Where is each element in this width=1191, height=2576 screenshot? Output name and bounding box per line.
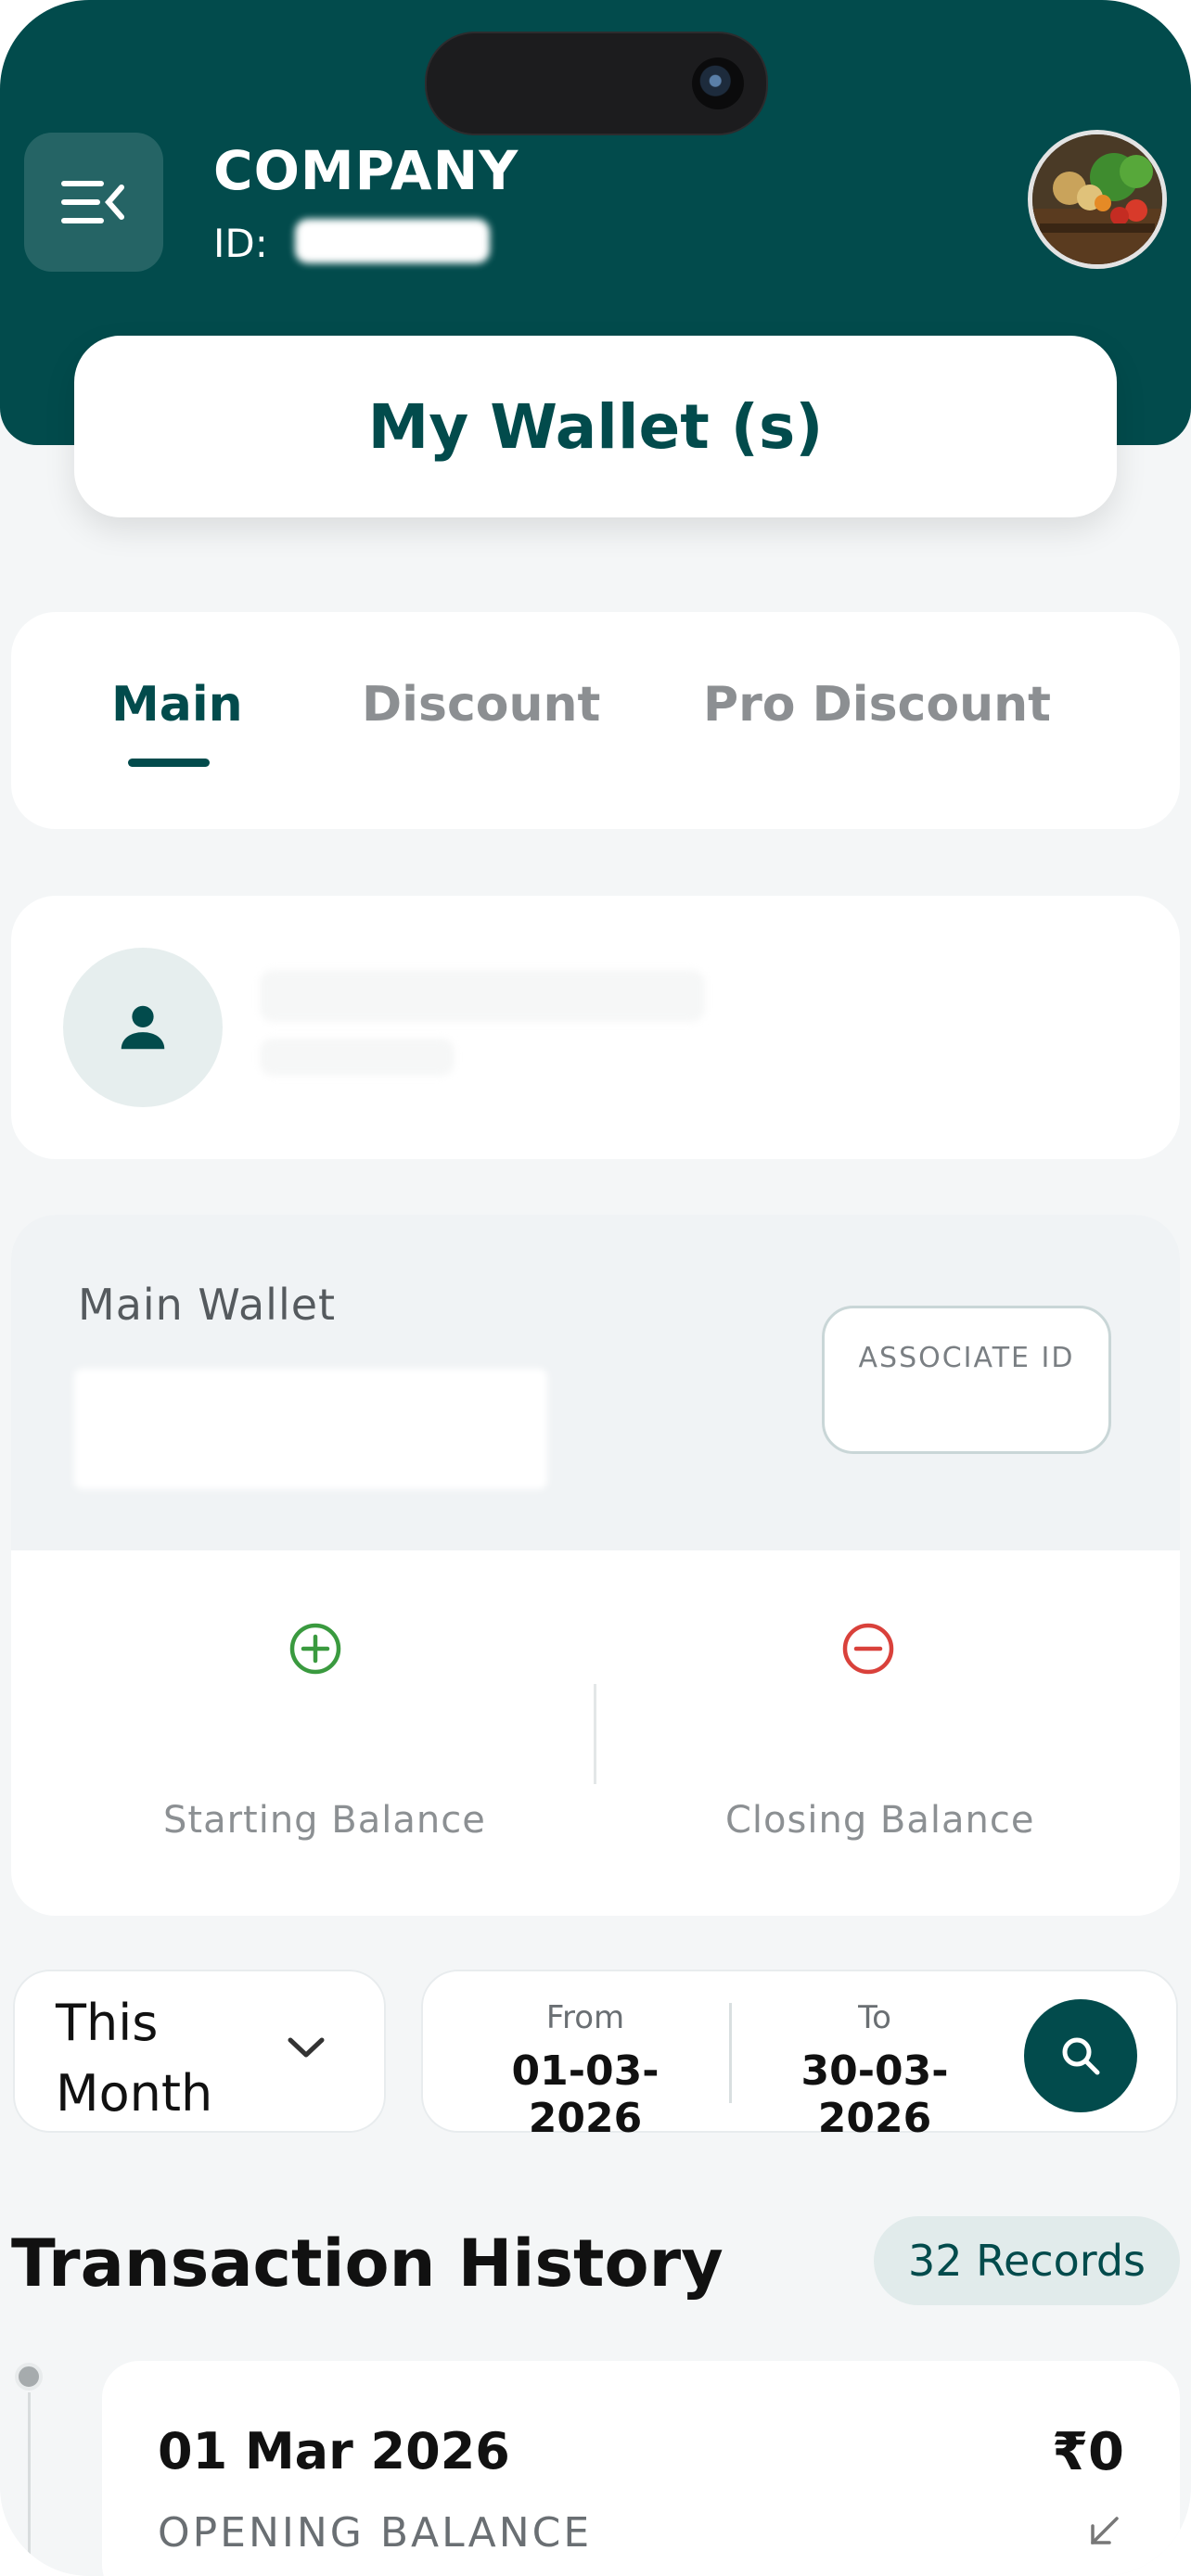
associate-id-box: ASSOCIATE ID — [822, 1306, 1111, 1454]
plus-circle-icon — [289, 1623, 341, 1675]
to-date-field[interactable]: To 30-03-2026 — [749, 1999, 1000, 2142]
tab-discount[interactable]: Discount — [362, 677, 600, 733]
search-button[interactable] — [1024, 1999, 1137, 2112]
to-label: To — [858, 1999, 891, 2036]
profile-avatar — [63, 948, 223, 1107]
timeline-line — [28, 2392, 31, 2576]
date-divider — [729, 2003, 732, 2103]
from-date: 01-03-2026 — [511, 2047, 660, 2142]
from-label: From — [545, 1999, 625, 2036]
transaction-amount: ₹0 — [1052, 2422, 1124, 2482]
records-count-badge: 32 Records — [874, 2216, 1180, 2305]
minus-circle-icon — [842, 1623, 894, 1675]
menu-button[interactable] — [24, 133, 163, 272]
timeline-dot — [15, 2363, 43, 2391]
transaction-type: OPENING BALANCE — [158, 2509, 593, 2557]
profile-id-redacted — [260, 1039, 455, 1076]
from-date-field[interactable]: From 01-03-2026 — [460, 1999, 711, 2142]
profile-card — [11, 896, 1180, 1159]
wallet-tabs: Main Discount Pro Discount — [11, 612, 1180, 829]
vegetables-basket-photo — [1032, 134, 1162, 264]
wallet-balance-redacted — [74, 1369, 547, 1489]
page-title-card: My Wallet (s) — [74, 336, 1117, 517]
chevron-down-icon — [288, 2037, 325, 2058]
transaction-item[interactable]: 01 Mar 2026 OPENING BALANCE ₹0 — [102, 2361, 1180, 2576]
period-dropdown[interactable]: This Month — [13, 1970, 386, 2133]
company-id-label: ID: — [213, 221, 268, 266]
period-value: This Month — [56, 1994, 213, 2123]
date-range-filter: From 01-03-2026 To 30-03-2026 — [421, 1970, 1178, 2142]
transaction-date: 01 Mar 2026 — [158, 2422, 510, 2480]
arrow-down-left-icon — [1091, 2517, 1119, 2544]
camera-icon — [692, 57, 744, 109]
starting-balance-label: Starting Balance — [163, 1799, 486, 1842]
menu-collapse-icon — [61, 181, 124, 223]
app-screen: COMPANY ID: My Wallet (s) Main Discount … — [0, 0, 1191, 2576]
company-id-redacted — [295, 219, 490, 263]
balance-divider — [594, 1684, 596, 1784]
active-tab-indicator — [128, 759, 210, 767]
to-date: 30-03-2026 — [800, 2047, 949, 2142]
closing-balance-label: Closing Balance — [725, 1799, 1035, 1842]
company-name: COMPANY — [213, 139, 519, 202]
page-title: My Wallet (s) — [367, 390, 824, 463]
wallet-label: Main Wallet — [78, 1280, 337, 1330]
person-icon — [121, 1005, 165, 1050]
main-wallet-card: Main Wallet ASSOCIATE ID Starting Balanc… — [11, 1215, 1180, 1916]
search-icon — [1062, 2037, 1100, 2075]
transaction-history-title: Transaction History — [11, 2225, 724, 2302]
associate-id-label: ASSOCIATE ID — [858, 1342, 1075, 1374]
tab-main[interactable]: Main — [111, 677, 243, 733]
tab-pro-discount[interactable]: Pro Discount — [703, 677, 1051, 733]
profile-name-redacted — [260, 970, 705, 1022]
dynamic-island — [425, 32, 768, 135]
wallet-summary: Main Wallet ASSOCIATE ID — [11, 1215, 1180, 1550]
profile-avatar-button[interactable] — [1028, 130, 1167, 269]
